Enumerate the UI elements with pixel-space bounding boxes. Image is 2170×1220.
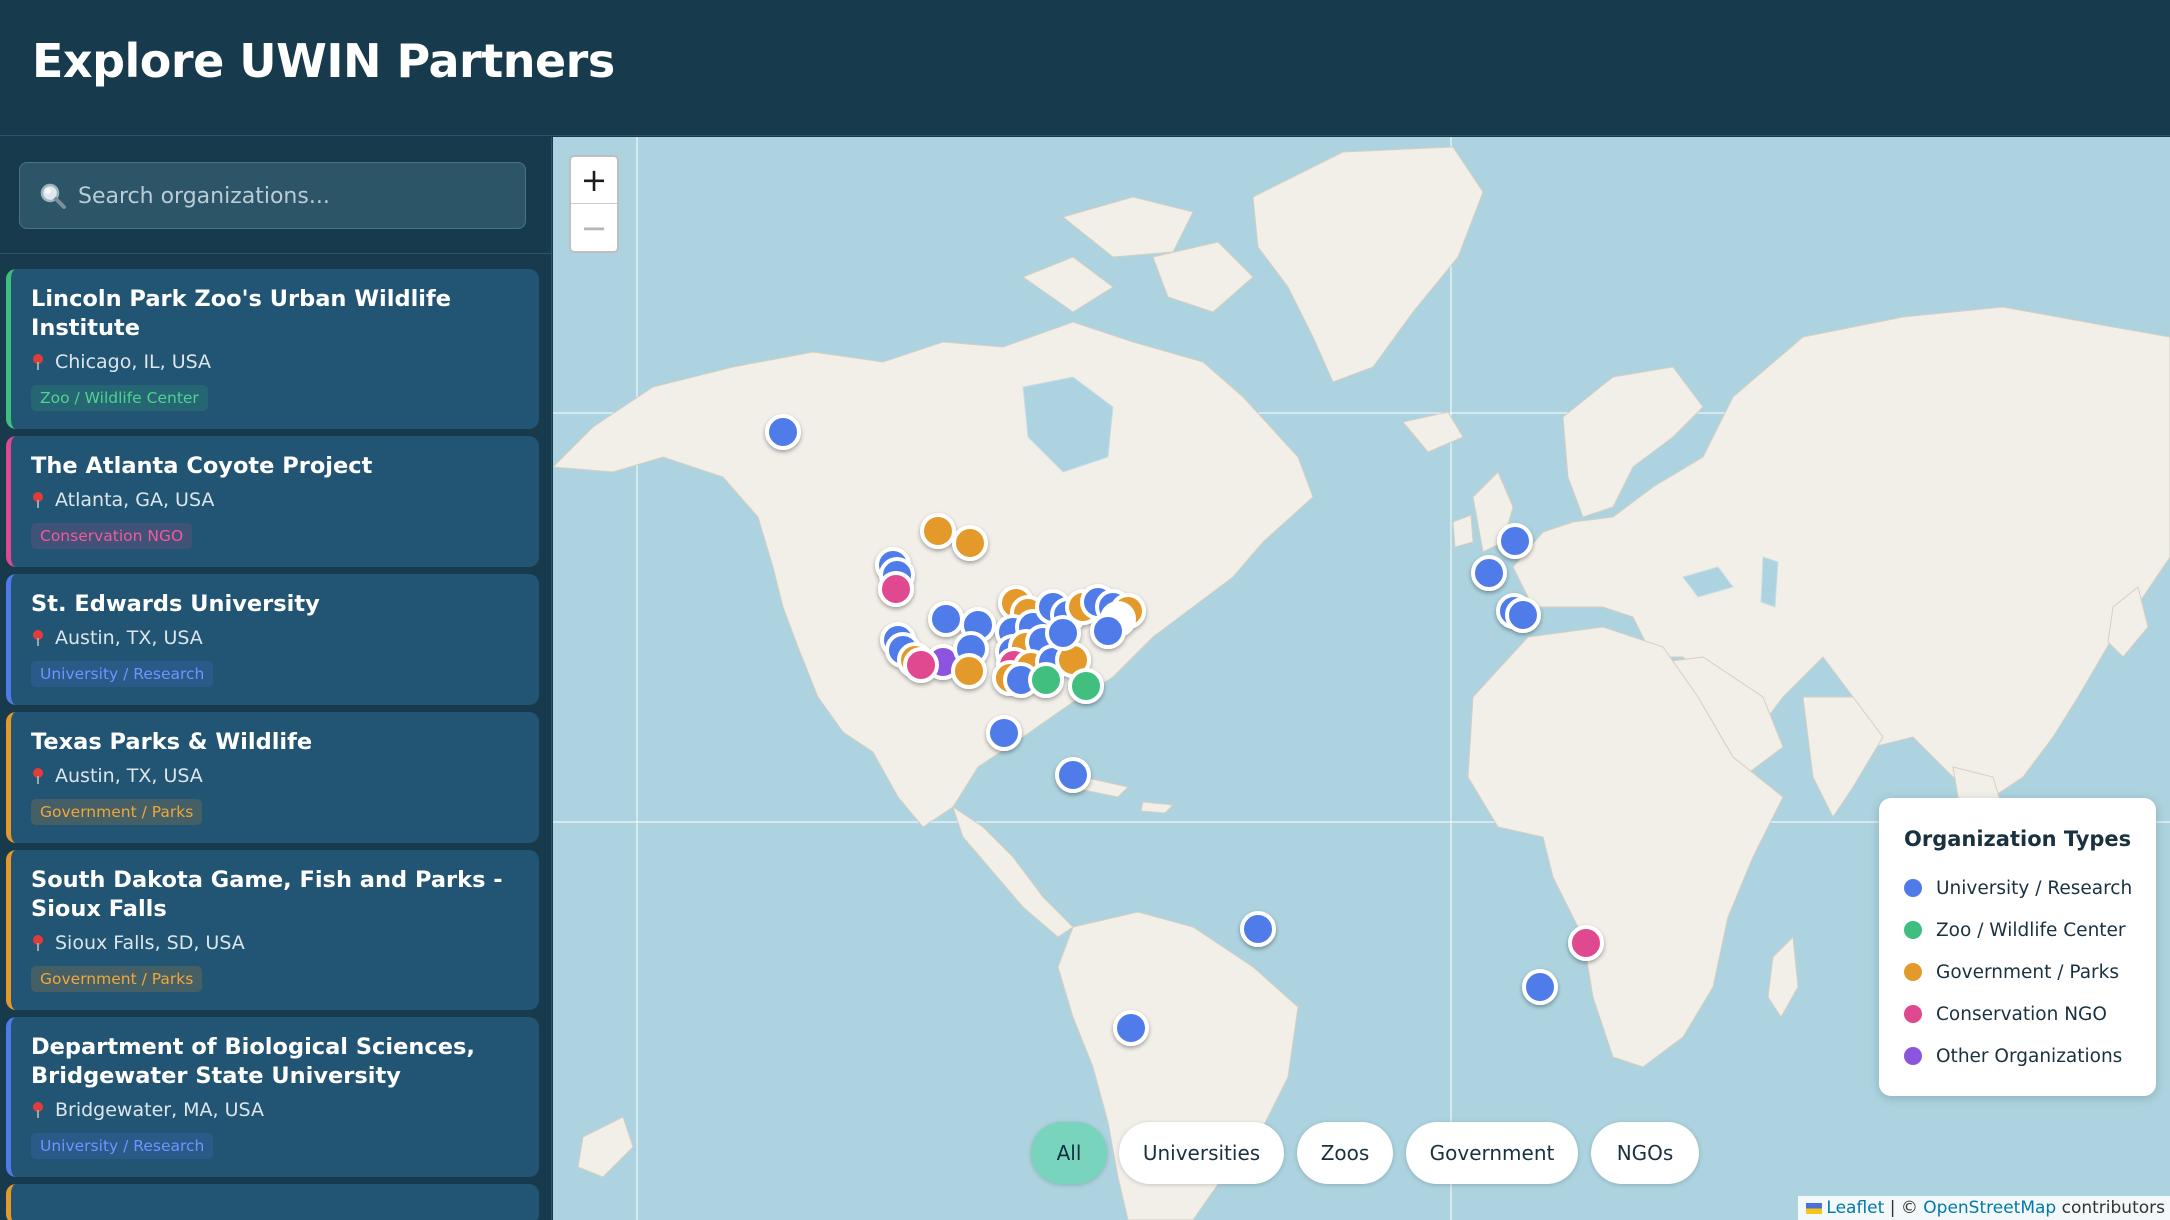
organization-type-badge: University / Research (31, 1133, 214, 1159)
map-marker[interactable] (1471, 555, 1507, 591)
organization-type-badge: University / Research (31, 661, 214, 687)
organization-card[interactable]: Department of Biological Sciences, Bridg… (6, 1017, 539, 1177)
map-marker[interactable] (1568, 925, 1604, 961)
legend-label: University / Research (1936, 877, 2133, 899)
map-marker[interactable] (903, 647, 939, 683)
organization-card[interactable]: Texas Parks & Wildlife Austin, TX, USA G… (6, 712, 539, 843)
organization-card[interactable]: The Atlanta Coyote Project Atlanta, GA, … (6, 436, 539, 567)
ukraine-flag-icon (1806, 1203, 1823, 1214)
organization-location-text: Austin, TX, USA (55, 627, 203, 649)
organization-name: South Dakota Game, Fish and Parks - Siou… (31, 867, 503, 922)
map-marker[interactable] (1055, 757, 1091, 793)
map-pin-icon (33, 354, 43, 370)
legend-item-ngo: Conservation NGO (1904, 1002, 2107, 1026)
organization-location: Austin, TX, USA (31, 627, 519, 649)
legend-item-government: Government / Parks (1904, 960, 2119, 984)
map-marker[interactable] (951, 653, 987, 689)
map-marker[interactable] (1113, 1010, 1149, 1046)
organization-type-badge: Conservation NGO (31, 523, 193, 549)
map-pin-icon (33, 935, 43, 951)
ngo-dot-icon (1904, 1005, 1922, 1023)
search-box[interactable] (19, 162, 526, 229)
map-marker[interactable] (1028, 662, 1064, 698)
legend-item-zoo: Zoo / Wildlife Center (1904, 918, 2126, 942)
map-marker[interactable] (1068, 668, 1104, 704)
organization-location-text: Sioux Falls, SD, USA (55, 932, 245, 954)
organization-card[interactable] (6, 1184, 539, 1220)
legend-item-other: Other Organizations (1904, 1044, 2122, 1068)
map-marker[interactable] (1522, 969, 1558, 1005)
map-pin-icon (33, 768, 43, 784)
organization-card[interactable]: St. Edwards University Austin, TX, USA U… (6, 574, 539, 705)
organization-card[interactable]: Lincoln Park Zoo's Urban Wildlife Instit… (6, 269, 539, 429)
organization-location-text: Austin, TX, USA (55, 765, 203, 787)
filter-zoos-button[interactable]: Zoos (1297, 1122, 1393, 1184)
organization-location-text: Atlanta, GA, USA (55, 489, 215, 511)
leaflet-link[interactable]: Leaflet (1826, 1198, 1884, 1218)
filter-ngos-button[interactable]: NGOs (1591, 1122, 1699, 1184)
map-pin-icon (33, 1102, 43, 1118)
map-marker[interactable] (986, 715, 1022, 751)
other-dot-icon (1904, 1047, 1922, 1065)
legend-item-university: University / Research (1904, 876, 2132, 900)
map-marker[interactable] (920, 513, 956, 549)
filter-universities-button[interactable]: Universities (1119, 1122, 1284, 1184)
filter-all-button[interactable]: All (1031, 1122, 1107, 1184)
organization-name: The Atlanta Coyote Project (31, 453, 373, 479)
map-marker[interactable] (1045, 615, 1081, 651)
legend-label: Zoo / Wildlife Center (1936, 919, 2126, 941)
magnifier-icon (40, 183, 66, 209)
legend: Organization Types University / Research… (1879, 798, 2156, 1096)
organization-type-badge: Zoo / Wildlife Center (31, 385, 208, 411)
organization-location-text: Chicago, IL, USA (55, 351, 212, 373)
openstreetmap-link[interactable]: OpenStreetMap (1923, 1198, 2056, 1218)
organization-list: Lincoln Park Zoo's Urban Wildlife Instit… (6, 269, 539, 1220)
sidebar: Lincoln Park Zoo's Urban Wildlife Instit… (0, 137, 552, 1220)
app-header: Explore UWIN Partners (0, 0, 2170, 136)
map-marker[interactable] (928, 601, 964, 637)
organization-type-badge: Government / Parks (31, 966, 203, 992)
page-title: Explore UWIN Partners (32, 34, 615, 88)
map-marker[interactable] (952, 525, 988, 561)
map-marker[interactable] (1090, 613, 1126, 649)
zoo-dot-icon (1904, 921, 1922, 939)
attribution-separator: | © (1889, 1198, 1918, 1218)
organization-name: St. Edwards University (31, 591, 320, 617)
map-marker[interactable] (1497, 523, 1533, 559)
map-pin-icon (33, 630, 43, 646)
legend-label: Government / Parks (1936, 961, 2119, 983)
map-attribution: Leaflet | © OpenStreetMap contributors (1798, 1196, 2170, 1220)
attribution-suffix: contributors (2061, 1198, 2165, 1218)
search-area (0, 137, 551, 254)
organization-location: Atlanta, GA, USA (31, 489, 519, 511)
world-map[interactable]: + − Organization Types University / Rese… (553, 137, 2170, 1220)
legend-label: Other Organizations (1936, 1045, 2123, 1067)
organization-card[interactable]: South Dakota Game, Fish and Parks - Siou… (6, 850, 539, 1010)
organization-location: Bridgewater, MA, USA (31, 1099, 519, 1121)
search-input[interactable] (78, 176, 508, 216)
organization-location-text: Bridgewater, MA, USA (55, 1099, 264, 1121)
organization-location: Sioux Falls, SD, USA (31, 932, 519, 954)
legend-label: Conservation NGO (1936, 1003, 2107, 1025)
university-dot-icon (1904, 879, 1922, 897)
organization-location: Chicago, IL, USA (31, 351, 519, 373)
map-pin-icon (33, 492, 43, 508)
map-marker[interactable] (1505, 597, 1541, 633)
organization-type-badge: Government / Parks (31, 799, 203, 825)
organization-name: Texas Parks & Wildlife (31, 729, 313, 755)
organization-name: Department of Biological Sciences, Bridg… (31, 1034, 475, 1089)
filter-government-button[interactable]: Government (1406, 1122, 1578, 1184)
map-marker[interactable] (878, 571, 914, 607)
organization-location: Austin, TX, USA (31, 765, 519, 787)
legend-title: Organization Types (1904, 827, 2132, 851)
government-dot-icon (1904, 963, 1922, 981)
map-marker[interactable] (1240, 911, 1276, 947)
map-marker[interactable] (765, 414, 801, 450)
organization-name: Lincoln Park Zoo's Urban Wildlife Instit… (31, 286, 452, 341)
